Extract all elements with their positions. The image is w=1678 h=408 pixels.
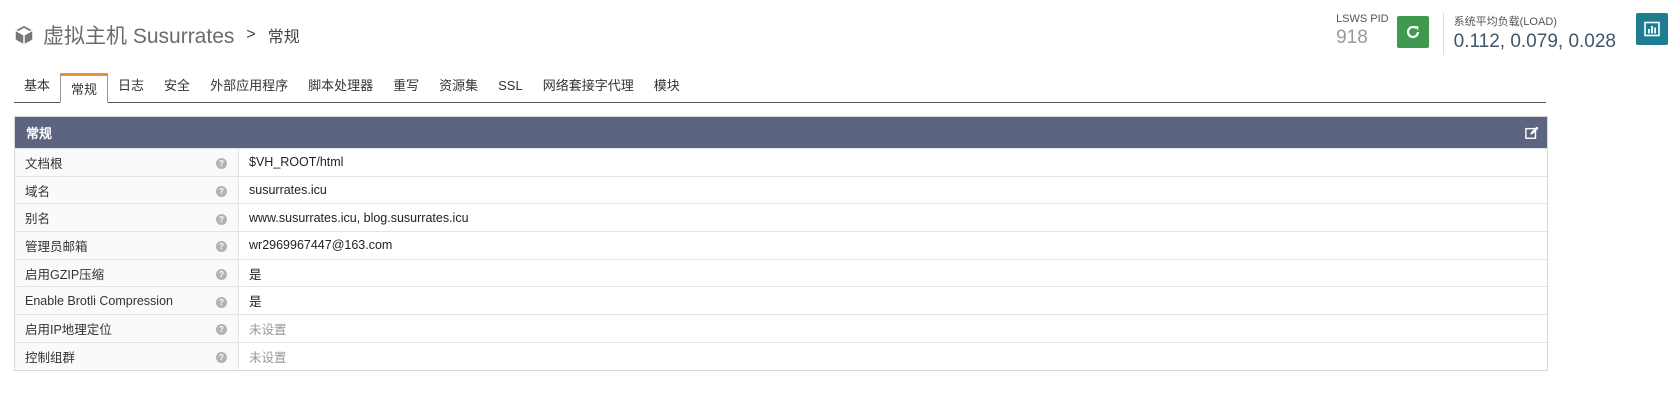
help-icon[interactable]: ? xyxy=(216,296,227,308)
row-label: 管理员邮箱 xyxy=(15,231,210,260)
help-icon[interactable]: ? xyxy=(216,324,227,336)
settings-table: 文档根 ? $VH_ROOT/html 域名 ? susurrates.icu … xyxy=(15,148,1547,370)
page-header: 虚拟主机 Susurrates > 常规 LSWS PID 918 系统平均负载… xyxy=(0,0,1678,72)
load-label: 系统平均负载(LOAD) xyxy=(1453,16,1557,28)
help-icon[interactable]: ? xyxy=(216,158,227,170)
row-label: 控制组群 xyxy=(15,341,210,370)
title-main: 虚拟主机 Susurrates xyxy=(43,25,235,48)
page-title: 虚拟主机 Susurrates > 常规 xyxy=(13,20,300,50)
tab-external-apps[interactable]: 外部应用程序 xyxy=(200,76,298,102)
row-value: wr2969967447@163.com xyxy=(238,231,1547,260)
pid-value: 918 xyxy=(1336,27,1368,48)
row-value: 未设置 xyxy=(238,341,1547,370)
breadcrumb-separator: > xyxy=(246,26,256,43)
edit-icon[interactable] xyxy=(1525,125,1539,140)
row-label: 启用IP地理定位 xyxy=(15,314,210,343)
pid-block: LSWS PID 918 xyxy=(1336,13,1389,49)
table-row: 启用IP地理定位 ? 未设置 xyxy=(15,314,1547,343)
help-icon[interactable]: ? xyxy=(216,241,227,253)
panel-header: 常规 xyxy=(15,117,1547,148)
row-value: susurrates.icu xyxy=(238,175,1547,204)
title-sub: 常规 xyxy=(267,29,300,46)
help-icon[interactable]: ? xyxy=(216,213,227,225)
row-label: 别名 xyxy=(15,203,210,232)
restart-button[interactable] xyxy=(1396,16,1429,48)
help-icon[interactable]: ? xyxy=(216,269,227,281)
server-status: LSWS PID 918 系统平均负载(LOAD) 0.112, 0.079, … xyxy=(1336,13,1668,55)
table-row: 域名 ? susurrates.icu xyxy=(15,175,1547,204)
tab-rewrite[interactable]: 重写 xyxy=(383,76,429,102)
help-icon[interactable]: ? xyxy=(216,352,227,364)
bar-chart-icon xyxy=(1644,21,1660,37)
table-row: Enable Brotli Compression ? 是 xyxy=(15,286,1547,315)
row-label: 启用GZIP压缩 xyxy=(15,258,210,287)
row-value: $VH_ROOT/html xyxy=(238,148,1547,177)
row-label: 域名 xyxy=(15,175,210,204)
tab-general[interactable]: 常规 xyxy=(60,73,109,103)
table-row: 文档根 ? $VH_ROOT/html xyxy=(15,148,1547,177)
load-block: 系统平均负载(LOAD) 0.112, 0.079, 0.028 xyxy=(1454,13,1616,53)
load-value: 0.112, 0.079, 0.028 xyxy=(1453,31,1616,52)
cube-icon xyxy=(15,25,33,45)
table-row: 启用GZIP压缩 ? 是 xyxy=(15,258,1547,287)
row-label: 文档根 xyxy=(15,148,210,177)
panel-title: 常规 xyxy=(26,126,53,141)
tab-script-handler[interactable]: 脚本处理器 xyxy=(298,76,383,102)
table-row: 管理员邮箱 ? wr2969967447@163.com xyxy=(15,231,1547,260)
tab-modules[interactable]: 模块 xyxy=(644,76,690,102)
status-divider xyxy=(1442,13,1444,55)
refresh-icon xyxy=(1406,25,1419,39)
tab-security[interactable]: 安全 xyxy=(154,76,200,102)
tab-context[interactable]: 资源集 xyxy=(429,76,488,102)
pid-label: LSWS PID xyxy=(1336,13,1389,25)
row-label: Enable Brotli Compression xyxy=(15,286,210,315)
tab-websocket-proxy[interactable]: 网络套接字代理 xyxy=(533,76,644,102)
row-value: 未设置 xyxy=(238,314,1547,343)
row-value: 是 xyxy=(238,258,1547,287)
row-value: www.susurrates.icu, blog.susurrates.icu xyxy=(238,203,1547,232)
table-row: 别名 ? www.susurrates.icu, blog.susurrates… xyxy=(15,203,1547,232)
tab-log[interactable]: 日志 xyxy=(108,76,154,102)
tab-basic[interactable]: 基本 xyxy=(14,76,60,102)
stats-button[interactable] xyxy=(1636,13,1668,45)
help-icon[interactable]: ? xyxy=(216,186,227,198)
general-panel: 常规 文档根 ? $VH_ROOT/html 域名 ? susurrates.i… xyxy=(14,116,1548,371)
tab-bar: 基本 常规 日志 安全 外部应用程序 脚本处理器 重写 资源集 SSL 网络套接… xyxy=(14,73,1546,103)
table-row: 控制组群 ? 未设置 xyxy=(15,341,1547,370)
tab-ssl[interactable]: SSL xyxy=(488,76,533,102)
row-value: 是 xyxy=(238,286,1547,315)
